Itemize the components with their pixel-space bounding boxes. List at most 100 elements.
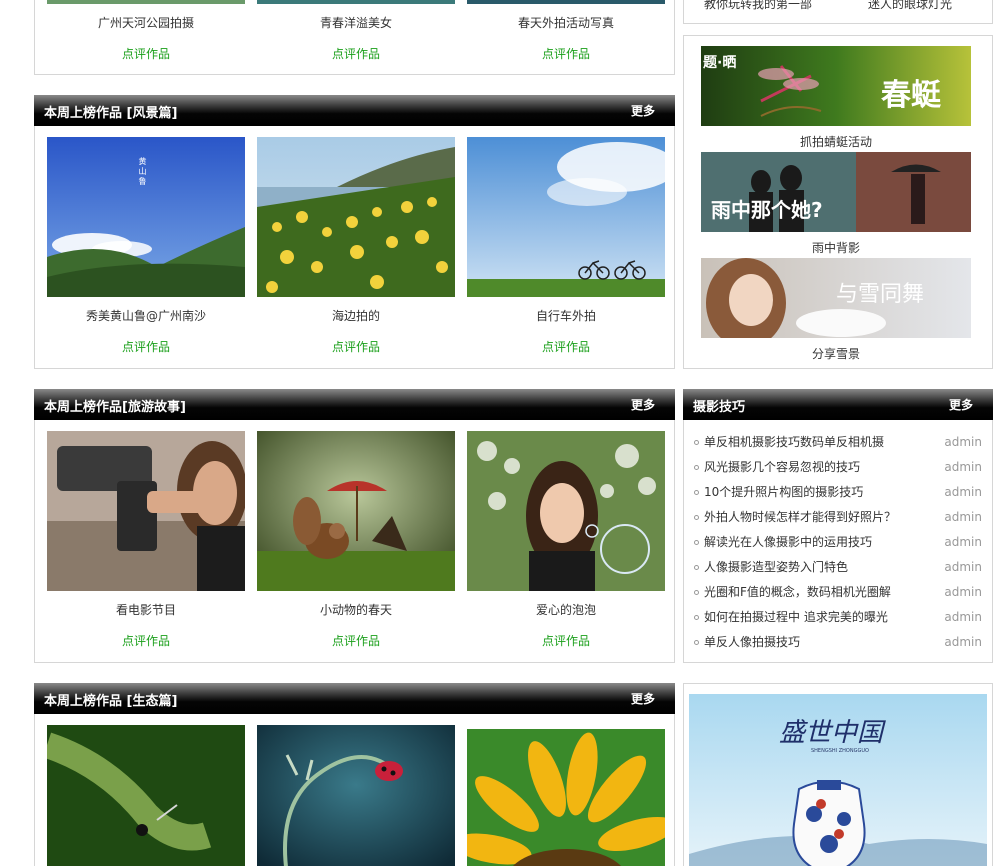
photo-caption[interactable]: 广州天河公园拍摄 (47, 14, 245, 31)
tips-list: 单反相机摄影技巧数码单反相机摄 admin 风光摄影几个容易忽视的技巧 admin … (692, 430, 988, 655)
photo-card[interactable] (47, 431, 245, 591)
tip-author: admin (944, 435, 982, 449)
tip-author: admin (944, 485, 982, 499)
more-link[interactable]: 更多 (949, 396, 973, 413)
bullet-icon (694, 490, 699, 495)
bullet-icon (694, 465, 699, 470)
thumb-strip (467, 0, 665, 4)
rate-link[interactable]: 点评作品 (257, 632, 455, 649)
banner-text: 春蜓 (881, 78, 941, 113)
tip-author: admin (944, 560, 982, 574)
photo-card[interactable] (467, 137, 665, 297)
photo-thumbnail[interactable] (257, 431, 455, 591)
photo-thumbnail[interactable] (257, 725, 455, 866)
more-link[interactable]: 更多 (631, 102, 655, 119)
rate-link[interactable]: 点评作品 (467, 632, 665, 649)
photo-card[interactable] (257, 431, 455, 591)
list-item[interactable]: 光圈和F值的概念，数码相机光圈解 admin (692, 580, 988, 605)
photo-caption[interactable]: 小动物的春天 (257, 601, 455, 618)
bullet-icon (694, 640, 699, 645)
ad-panel: 盛世中国 SHENGSHI ZHONGGUO (683, 683, 993, 866)
rate-link[interactable]: 点评作品 (467, 45, 665, 62)
travel-panel: 看电影节目 小动物的春天 爱心的泡泡 点评作品 点评作品 点评作品 (34, 420, 675, 663)
scenery-section-header: 本周上榜作品 [风景篇] 更多 (34, 95, 675, 126)
photo-caption[interactable]: 海边拍的 (257, 307, 455, 324)
activity-banner[interactable]: 题·晒 春蜓 (701, 46, 971, 126)
tip-link[interactable]: 单反相机摄影技巧数码单反相机摄 (704, 435, 884, 449)
travel-section-header: 本周上榜作品[旅游故事] 更多 (34, 389, 675, 420)
more-link[interactable]: 更多 (631, 396, 655, 413)
activity-banner[interactable]: 与雪同舞 (701, 258, 971, 338)
list-item[interactable]: 如何在拍摄过程中 追求完美的曝光 admin (692, 605, 988, 630)
thumb-strip (47, 0, 245, 4)
tip-link[interactable]: 光圈和F值的概念，数码相机光圈解 (704, 585, 891, 599)
top-right-panel: 教你玩转我的第一部 迷人的眼球灯光 (683, 0, 993, 24)
rate-link[interactable]: 点评作品 (257, 338, 455, 355)
more-link[interactable]: 更多 (631, 690, 655, 707)
scenery-panel: 黄山鲁 秀美黄山鲁@广州南沙 海边拍的 自行车外拍 点评作品 点评作品 点评作品 (34, 126, 675, 369)
rate-link[interactable]: 点评作品 (47, 45, 245, 62)
list-item[interactable]: 风光摄影几个容易忽视的技巧 admin (692, 455, 988, 480)
activity-link[interactable]: 抓拍蜻蜓活动 (701, 133, 971, 150)
photo-thumbnail[interactable] (467, 137, 665, 297)
tip-link[interactable]: 单反人像拍摄技巧 (704, 635, 800, 649)
tip-link[interactable]: 解读光在人像摄影中的运用技巧 (704, 535, 872, 549)
banner-text: 雨中那个她? (711, 198, 823, 222)
tip-link[interactable]: 10个提升照片构图的摄影技巧 (704, 485, 863, 499)
photo-caption[interactable]: 秀美黄山鲁@广州南沙 (47, 307, 245, 324)
section-title: 本周上榜作品 [生态篇] (44, 694, 178, 709)
tip-link[interactable]: 风光摄影几个容易忽视的技巧 (704, 460, 860, 474)
photo-caption[interactable]: 看电影节目 (47, 601, 245, 618)
thumb-strip (257, 0, 455, 4)
bullet-icon (694, 615, 699, 620)
tip-link[interactable]: 如何在拍摄过程中 追求完美的曝光 (704, 610, 888, 624)
ecology-section-header: 本周上榜作品 [生态篇] 更多 (34, 683, 675, 714)
list-item[interactable]: 单反相机摄影技巧数码单反相机摄 admin (692, 430, 988, 455)
list-item[interactable]: 10个提升照片构图的摄影技巧 admin (692, 480, 988, 505)
list-item[interactable]: 人像摄影造型姿势入门特色 admin (692, 555, 988, 580)
list-item[interactable]: 外拍人物时候怎样才能得到好照片？ admin (692, 505, 988, 530)
activities-panel: 题·晒 春蜓 抓拍蜻蜓活动 雨中那个她? 雨中背影 与雪同舞 分享雪景 (683, 35, 993, 369)
photo-card[interactable]: 黄山鲁 (47, 137, 245, 297)
article-link[interactable]: 迷人的眼球灯光 (868, 0, 952, 12)
photo-caption[interactable]: 爱心的泡泡 (467, 601, 665, 618)
photo-thumbnail[interactable] (467, 729, 665, 866)
rate-link[interactable]: 点评作品 (467, 338, 665, 355)
photo-thumbnail[interactable] (47, 431, 245, 591)
tip-author: admin (944, 610, 982, 624)
top-gallery-panel: 广州天河公园拍摄 青春洋溢美女 春天外拍活动写真 点评作品 点评作品 点评作品 (34, 0, 675, 75)
section-title: 摄影技巧 (693, 400, 746, 415)
ad-banner[interactable]: 盛世中国 SHENGSHI ZHONGGUO (689, 694, 987, 866)
bullet-icon (694, 590, 699, 595)
activity-link[interactable]: 分享雪景 (701, 345, 971, 362)
photo-caption[interactable]: 自行车外拍 (467, 307, 665, 324)
tip-author: admin (944, 510, 982, 524)
photo-caption[interactable]: 青春洋溢美女 (257, 14, 455, 31)
ad-title: 盛世中国 (779, 718, 884, 748)
bullet-icon (694, 515, 699, 520)
tips-section-header: 摄影技巧 更多 (683, 389, 993, 420)
photo-thumbnail[interactable] (47, 725, 245, 866)
activity-banner[interactable]: 雨中那个她? (701, 152, 971, 232)
photo-card[interactable] (467, 431, 665, 591)
article-link[interactable]: 教你玩转我的第一部 (704, 0, 812, 12)
list-item[interactable]: 单反人像拍摄技巧 admin (692, 630, 988, 655)
photo-thumbnail[interactable]: 黄山鲁 (47, 137, 245, 297)
bullet-icon (694, 440, 699, 445)
photo-thumbnail[interactable] (257, 137, 455, 297)
list-item[interactable]: 解读光在人像摄影中的运用技巧 admin (692, 530, 988, 555)
activity-link[interactable]: 雨中背影 (701, 239, 971, 256)
rate-link[interactable]: 点评作品 (47, 632, 245, 649)
photo-card[interactable] (257, 137, 455, 297)
section-title: 本周上榜作品 [风景篇] (44, 106, 178, 121)
photo-caption[interactable]: 春天外拍活动写真 (467, 14, 665, 31)
tip-link[interactable]: 外拍人物时候怎样才能得到好照片？ (704, 510, 896, 524)
tip-link[interactable]: 人像摄影造型姿势入门特色 (704, 560, 848, 574)
bullet-icon (694, 565, 699, 570)
ad-subtitle: SHENGSHI ZHONGGUO (811, 748, 869, 754)
rate-link[interactable]: 点评作品 (257, 45, 455, 62)
photo-thumbnail[interactable] (467, 431, 665, 591)
rate-link[interactable]: 点评作品 (47, 338, 245, 355)
tip-author: admin (944, 635, 982, 649)
tip-author: admin (944, 460, 982, 474)
